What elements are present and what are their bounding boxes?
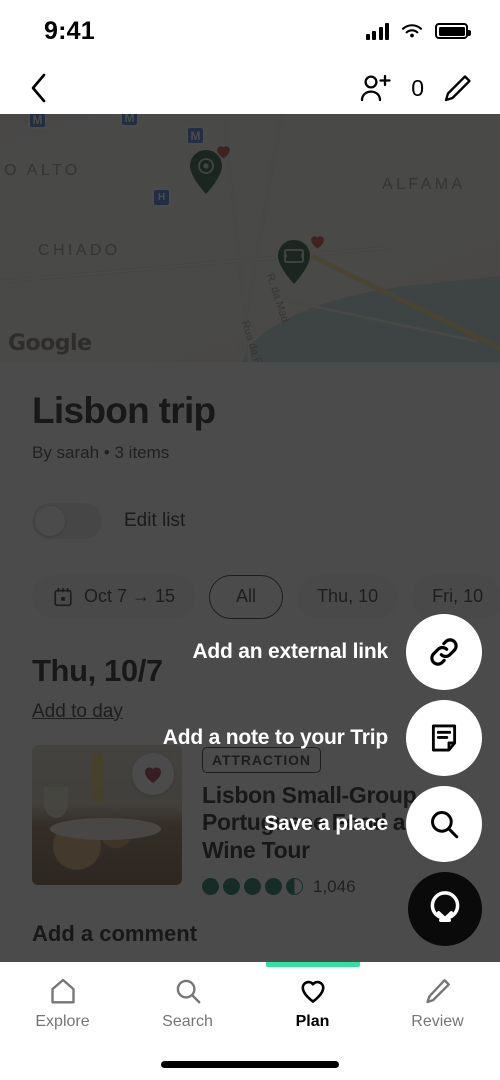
collaborator-count: 0 xyxy=(411,74,424,101)
active-tab-indicator xyxy=(265,962,360,967)
status-time: 9:41 xyxy=(44,16,95,45)
navigation-bar: 0 xyxy=(0,62,500,114)
tab-search[interactable]: Search xyxy=(125,976,250,1031)
search-icon xyxy=(431,811,459,839)
link-icon xyxy=(430,638,458,666)
home-indicator xyxy=(161,1061,339,1068)
edit-list-button[interactable] xyxy=(442,72,474,104)
note-icon xyxy=(431,724,457,752)
tab-label: Plan xyxy=(295,1013,330,1030)
bottom-tab-bar: Explore Search Plan Review xyxy=(0,962,500,1080)
fab-label: Add a note to your Trip xyxy=(162,726,388,749)
tab-plan[interactable]: Plan xyxy=(250,962,375,1031)
pencil-icon xyxy=(425,979,450,1004)
tab-review[interactable]: Review xyxy=(375,976,500,1031)
fab-row-save-place[interactable]: Save a place xyxy=(264,786,482,862)
fab-label: Save a place xyxy=(264,812,388,835)
status-bar: 9:41 xyxy=(0,0,500,62)
app-screen: 9:41 0 Add an external link Add a note t… xyxy=(0,0,500,1080)
fab-row-external-link[interactable]: Add an external link xyxy=(192,614,482,690)
tab-label: Review xyxy=(411,1013,464,1030)
back-button[interactable] xyxy=(28,72,50,104)
balloon-logo-icon xyxy=(430,891,460,922)
fab-main-toggle[interactable] xyxy=(408,872,482,946)
add-note-button[interactable] xyxy=(406,700,482,776)
heart-icon xyxy=(300,980,325,1003)
home-icon xyxy=(50,978,75,1004)
nav-actions: 0 xyxy=(359,72,474,104)
save-a-place-button[interactable] xyxy=(406,786,482,862)
tab-label: Search xyxy=(162,1013,213,1030)
fab-action-menu: Add an external link Add a note to your … xyxy=(163,614,482,946)
cellular-signal-icon xyxy=(365,22,389,40)
fab-row-main[interactable] xyxy=(408,872,482,946)
tab-label: Explore xyxy=(35,1013,90,1030)
add-person-button[interactable] xyxy=(359,73,393,103)
status-indicators xyxy=(365,22,471,40)
search-icon xyxy=(176,979,200,1004)
fab-label: Add an external link xyxy=(192,640,388,663)
tab-explore[interactable]: Explore xyxy=(0,976,125,1031)
battery-full-icon xyxy=(435,23,471,39)
wifi-icon xyxy=(401,24,423,38)
add-external-link-button[interactable] xyxy=(406,614,482,690)
fab-row-add-note[interactable]: Add a note to your Trip xyxy=(163,700,482,776)
